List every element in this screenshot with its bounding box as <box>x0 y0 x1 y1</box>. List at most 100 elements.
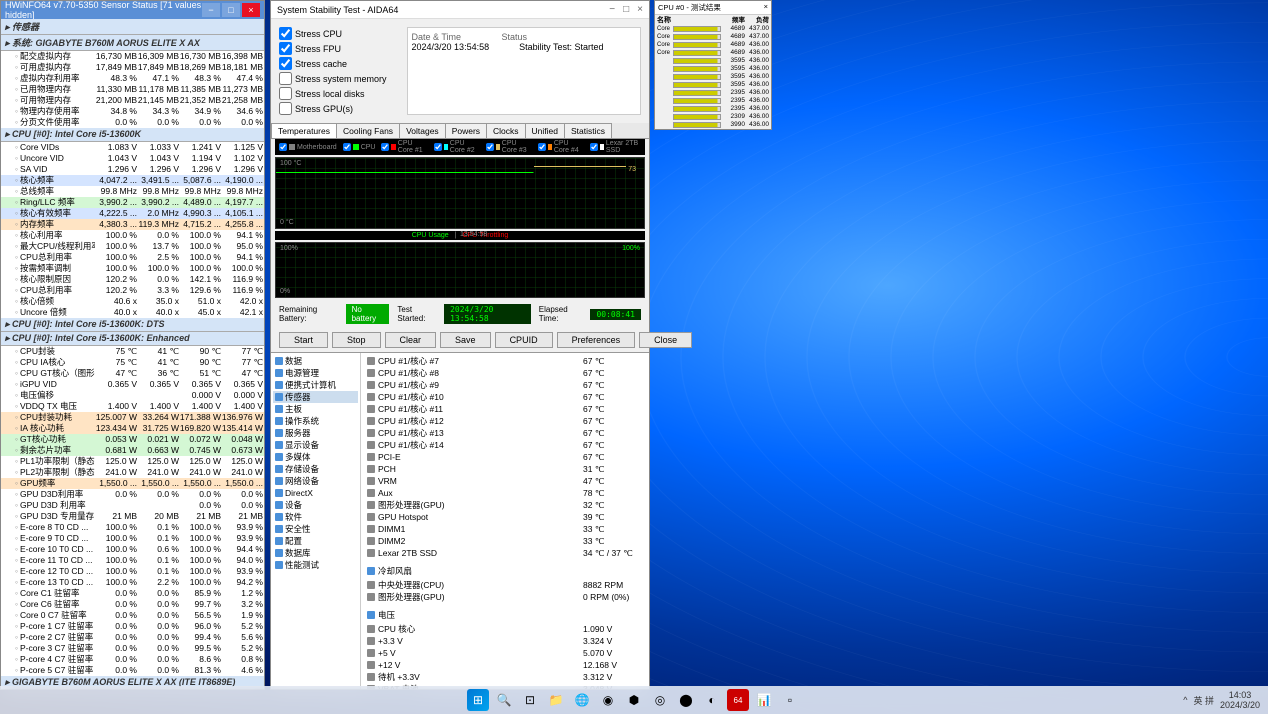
close-button[interactable]: × <box>637 4 643 15</box>
tab-statistics[interactable]: Statistics <box>564 123 612 138</box>
close-icon[interactable]: × <box>764 2 768 13</box>
language-indicator[interactable]: 英 拼 <box>1193 694 1214 707</box>
tree-item[interactable]: DirectX <box>273 487 358 499</box>
stress-gpu-checkbox[interactable]: Stress GPU(s) <box>279 102 387 115</box>
sensor-row[interactable]: ◦已用物理内存11,330 MB11,178 MB11,385 MB11,273… <box>1 84 264 95</box>
hwinfo-sensor-list[interactable]: ▸ 传感器▸ 系统: GIGABYTE B760M AORUS ELITE X … <box>1 19 264 689</box>
search-icon[interactable]: 🔍 <box>493 689 515 711</box>
sensor-row[interactable]: ◦虚拟内存利用率48.3 %47.1 %48.3 %47.4 % <box>1 73 264 84</box>
sensor-row[interactable]: ◦P-core 5 C7 驻留率0.0 %0.0 %81.3 %4.6 % <box>1 665 264 676</box>
legend-item[interactable]: CPU Core #4 <box>538 140 584 154</box>
start-button[interactable]: ⊞ <box>467 689 489 711</box>
sensor-row[interactable]: ◦配交虚拟内存16,730 MB16,309 MB16,730 MB16,398… <box>1 51 264 62</box>
explorer-icon[interactable]: 📁 <box>545 689 567 711</box>
sensor-row[interactable]: ◦分页文件使用率0.0 %0.0 %0.0 %0.0 % <box>1 117 264 128</box>
sensor-row[interactable]: ◦GPU D3D利用率0.0 %0.0 %0.0 %0.0 % <box>1 489 264 500</box>
sensor-row[interactable]: ◦E-core 13 T0 CD ...100.0 %2.2 %100.0 %9… <box>1 577 264 588</box>
tree-item[interactable]: 主板 <box>273 403 358 415</box>
tab-unified[interactable]: Unified <box>525 123 565 138</box>
sensor-row[interactable]: ◦E-core 9 T0 CD ...100.0 %0.1 %100.0 %93… <box>1 533 264 544</box>
sensor-row[interactable]: ◦PL1功率限制（静态）125.0 W125.0 W125.0 W125.0 W <box>1 456 264 467</box>
tree-item[interactable]: 显示设备 <box>273 439 358 451</box>
sensor-section-header[interactable]: ▸ 传感器 <box>1 19 264 35</box>
legend-item[interactable]: Motherboard <box>279 140 337 154</box>
sensor-row[interactable]: ◦Uncore 倍频40.0 x40.0 x45.0 x42.1 x <box>1 307 264 318</box>
tab-clocks[interactable]: Clocks <box>486 123 526 138</box>
tree-item[interactable]: 安全性 <box>273 523 358 535</box>
sensor-row[interactable]: ◦CPU总利用率100.0 %2.5 %100.0 %94.1 % <box>1 252 264 263</box>
sensor-row[interactable]: ◦电压偏移0.000 V0.000 V <box>1 390 264 401</box>
sensor-row[interactable]: ◦最大CPU/线程利用率100.0 %13.7 %100.0 %95.0 % <box>1 241 264 252</box>
clock-date[interactable]: 2024/3/20 <box>1220 700 1260 710</box>
tree-item[interactable]: 服务器 <box>273 427 358 439</box>
stop-button[interactable]: Stop <box>332 332 381 348</box>
minimize-button[interactable]: − <box>202 3 220 17</box>
edge-icon[interactable]: 🌐 <box>571 689 593 711</box>
stress-fpu-checkbox[interactable]: Stress FPU <box>279 42 387 55</box>
sensor-row[interactable]: ◦可用物理内存21,200 MB21,145 MB21,352 MB21,258… <box>1 95 264 106</box>
tray-expand-icon[interactable]: ^ <box>1183 695 1187 705</box>
sensor-row[interactable]: ◦E-core 12 T0 CD ...100.0 %0.1 %100.0 %9… <box>1 566 264 577</box>
sensor-row[interactable]: ◦可用虚拟内存17,849 MB17,849 MB18,269 MB18,181… <box>1 62 264 73</box>
sensor-row[interactable]: ◦P-core 4 C7 驻留率0.0 %0.0 %8.6 %0.8 % <box>1 654 264 665</box>
close-button[interactable]: Close <box>639 332 692 348</box>
category-tree[interactable]: 数据电源管理便携式计算机传感器主板操作系统服务器显示设备多媒体存储设备网络设备D… <box>271 353 361 689</box>
stress-disk-checkbox[interactable]: Stress local disks <box>279 87 387 100</box>
tree-item[interactable]: 数据库 <box>273 547 358 559</box>
sensor-row[interactable]: ◦E-core 11 T0 CD ...100.0 %0.1 %100.0 %9… <box>1 555 264 566</box>
app-icon[interactable]: ◐ <box>701 689 723 711</box>
sensor-row[interactable]: ◦Core C1 驻留率0.0 %0.0 %85.9 %1.2 % <box>1 588 264 599</box>
legend-item[interactable]: CPU Core #2 <box>434 140 480 154</box>
tree-item[interactable]: 传感器 <box>273 391 358 403</box>
sensor-row[interactable]: ◦CPU IA核心75 ℃41 ℃90 ℃77 ℃ <box>1 357 264 368</box>
tree-item[interactable]: 配置 <box>273 535 358 547</box>
legend-item[interactable]: CPU <box>343 140 376 154</box>
sensor-row[interactable]: ◦物理内存使用率34.8 %34.3 %34.9 %34.6 % <box>1 106 264 117</box>
hwinfo-titlebar[interactable]: HWiNFO64 v7.70-5350 Sensor Status [71 va… <box>1 1 264 19</box>
sensor-row[interactable]: ◦E-core 10 T0 CD ...100.0 %0.6 %100.0 %9… <box>1 544 264 555</box>
clock-time[interactable]: 14:03 <box>1220 690 1260 700</box>
preferences-button[interactable]: Preferences <box>557 332 636 348</box>
app-icon[interactable]: ▫ <box>779 689 801 711</box>
sensor-row[interactable]: ◦Uncore VID1.043 V1.043 V1.194 V1.102 V <box>1 153 264 164</box>
legend-item[interactable]: Lexar 2TB SSD <box>590 140 641 154</box>
close-button[interactable]: × <box>242 3 260 17</box>
sensor-row[interactable]: ◦内存频率4,380.3 ...119.3 MHz4,715.2 ...4,25… <box>1 219 264 230</box>
legend-item[interactable]: CPU Core #1 <box>381 140 427 154</box>
sensor-section-header[interactable]: ▸ CPU [#0]: Intel Core i5-13600K <box>1 128 264 142</box>
sensor-section-header[interactable]: ▸ CPU [#0]: Intel Core i5-13600K: DTS <box>1 318 264 332</box>
cpuid-button[interactable]: CPUID <box>495 332 553 348</box>
sensor-row[interactable]: ◦SA VID1.296 V1.296 V1.296 V1.296 V <box>1 164 264 175</box>
tree-item[interactable]: 数据 <box>273 355 358 367</box>
clear-button[interactable]: Clear <box>385 332 437 348</box>
sensor-readings[interactable]: CPU #1/核心 #767 ℃CPU #1/核心 #867 ℃CPU #1/核… <box>361 353 649 689</box>
sensor-row[interactable]: ◦Ring/LLC 频率3,990.2 ...3,990.2 ...4,489.… <box>1 197 264 208</box>
sensor-row[interactable]: ◦核心有效频率4,222.5 ...2.0 MHz4,990.3 ...4,10… <box>1 208 264 219</box>
sensor-row[interactable]: ◦按需频率调制100.0 %100.0 %100.0 %100.0 % <box>1 263 264 274</box>
sensor-row[interactable]: ◦CPU封装功耗125.007 W33.264 W171.388 W136.97… <box>1 412 264 423</box>
tree-item[interactable]: 性能测试 <box>273 559 358 571</box>
aida64-taskbar-icon[interactable]: 64 <box>727 689 749 711</box>
cpu-monitor-title[interactable]: CPU #0 - 测试结果 × <box>655 1 771 15</box>
sensor-row[interactable]: ◦剩余芯片功率0.681 W0.663 W0.745 W0.673 W <box>1 445 264 456</box>
hwinfo-taskbar-icon[interactable]: 📊 <box>753 689 775 711</box>
start-button[interactable]: Start <box>279 332 328 348</box>
sensor-row[interactable]: ◦P-core 2 C7 驻留率0.0 %0.0 %99.4 %5.6 % <box>1 632 264 643</box>
tree-item[interactable]: 设备 <box>273 499 358 511</box>
app-icon[interactable]: ◉ <box>597 689 619 711</box>
sensor-row[interactable]: ◦iGPU VID0.365 V0.365 V0.365 V0.365 V <box>1 379 264 390</box>
sensor-row[interactable]: ◦P-core 1 C7 驻留率0.0 %0.0 %96.0 %5.2 % <box>1 621 264 632</box>
sensor-row[interactable]: ◦核心利用率100.0 %0.0 %100.0 %94.1 % <box>1 230 264 241</box>
tree-item[interactable]: 多媒体 <box>273 451 358 463</box>
aida64-titlebar[interactable]: System Stability Test - AIDA64 − □ × <box>271 1 649 19</box>
legend-item[interactable]: CPU Core #3 <box>486 140 532 154</box>
app-icon[interactable]: ⬤ <box>675 689 697 711</box>
sensor-row[interactable]: ◦CPU GT核心（图形）47 ℃36 ℃51 ℃47 ℃ <box>1 368 264 379</box>
sensor-section-header[interactable]: ▸ 系统: GIGABYTE B760M AORUS ELITE X AX <box>1 35 264 51</box>
minimize-button[interactable]: − <box>609 4 615 15</box>
sensor-row[interactable]: ◦GPU D3D 专用量存21 MB20 MB21 MB21 MB <box>1 511 264 522</box>
tab-temperatures[interactable]: Temperatures <box>271 123 337 138</box>
sensor-row[interactable]: ◦GPU D3D 利用率0.0 %0.0 % <box>1 500 264 511</box>
stress-mem-checkbox[interactable]: Stress system memory <box>279 72 387 85</box>
sensor-row[interactable]: ◦GT核心功耗0.053 W0.021 W0.072 W0.048 W <box>1 434 264 445</box>
